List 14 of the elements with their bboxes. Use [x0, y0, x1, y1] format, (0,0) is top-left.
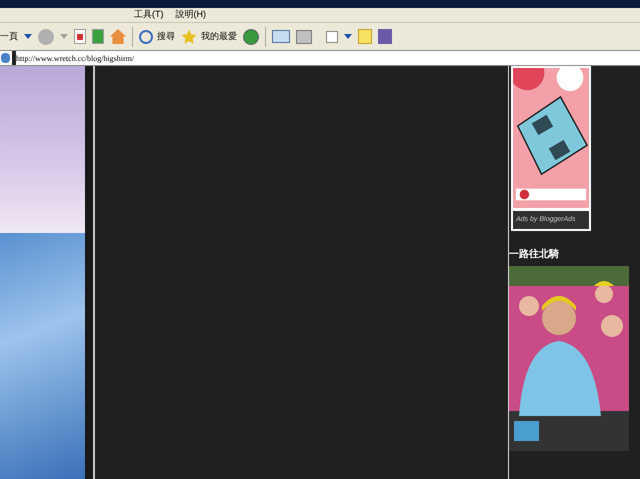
favorites-button[interactable]: 我的最愛: [181, 28, 237, 44]
home-icon[interactable]: [110, 29, 126, 44]
star-icon: [181, 28, 197, 44]
caret-icon[interactable]: [344, 34, 352, 39]
stop-icon[interactable]: [74, 29, 86, 44]
note-icon[interactable]: [358, 29, 372, 44]
caret-icon[interactable]: [24, 34, 32, 39]
search-button[interactable]: 搜尋: [139, 30, 175, 44]
search-icon: [139, 30, 153, 44]
address-field[interactable]: http://www.wretch.cc/blog/bigshirm/: [16, 51, 640, 65]
menu-item[interactable]: 說明(H): [176, 8, 206, 22]
back-button[interactable]: 一頁: [0, 30, 18, 44]
menu-item[interactable]: 工具(T): [134, 8, 164, 22]
section-title: 一路往北騎: [509, 248, 560, 262]
